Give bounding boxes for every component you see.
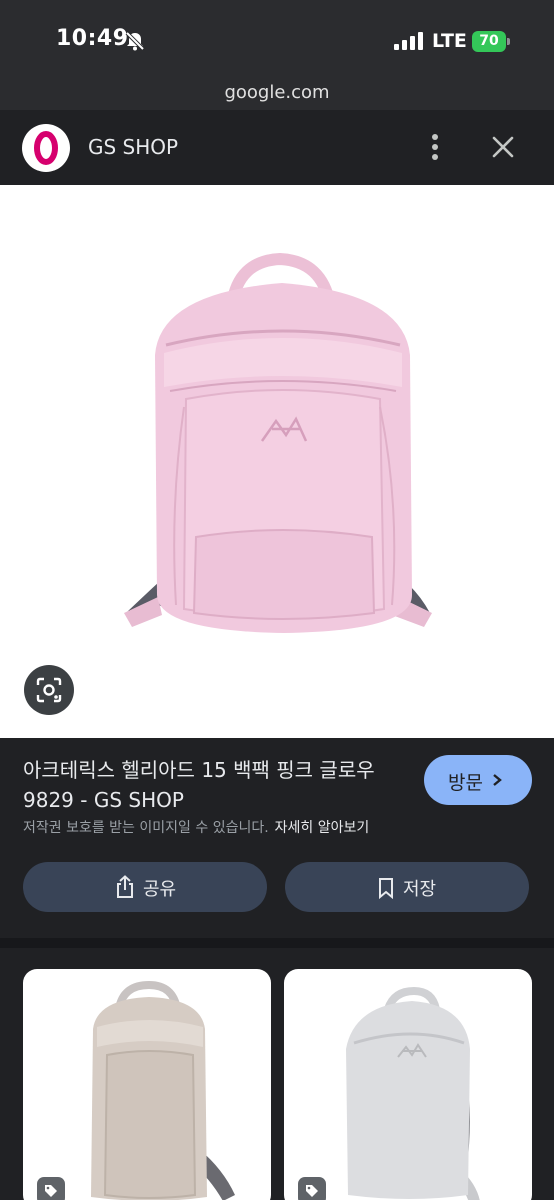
close-icon[interactable]: [488, 132, 518, 162]
save-label: 저장: [403, 879, 437, 900]
learn-more-link[interactable]: 자세히 알아보기: [275, 820, 370, 836]
url-bar[interactable]: google.com: [0, 74, 554, 110]
product-title-line1: 아크테릭스 헬리아드 15 백팩 핑크 글로우: [23, 758, 375, 782]
battery-level: 70: [479, 33, 499, 49]
status-bar: 10:49 LTE 70: [0, 0, 554, 74]
tag-icon: [37, 1177, 65, 1200]
more-vert-icon[interactable]: [422, 132, 448, 162]
gs-shop-logo-icon: [34, 131, 58, 165]
status-time: 10:49: [56, 26, 129, 51]
share-label: 공유: [143, 879, 177, 900]
chevron-right-icon: [493, 774, 502, 786]
bookmark-icon: [379, 878, 393, 899]
lens-icon: [36, 677, 62, 703]
share-button[interactable]: 공유: [23, 862, 267, 912]
visit-button-label: 방문: [448, 772, 483, 794]
tag-icon: [298, 1177, 326, 1200]
related-image-card[interactable]: [284, 969, 532, 1200]
battery-icon: 70: [472, 31, 510, 52]
bell-slash-icon: [125, 31, 145, 51]
signal-icon: [394, 32, 423, 50]
visit-button[interactable]: 방문: [424, 755, 532, 805]
network-type: LTE: [432, 30, 467, 52]
related-images: [0, 948, 554, 1200]
related-image: [91, 980, 235, 1200]
copyright-notice: 저작권 보호를 받는 이미지일 수 있습니다. 자세히 알아보기: [23, 817, 369, 837]
share-icon: [117, 875, 133, 898]
product-title-line2: 9829 - GS SHOP: [23, 788, 184, 812]
product-image-area[interactable]: [0, 185, 554, 738]
copyright-text: 저작권 보호를 받는 이미지일 수 있습니다.: [23, 820, 269, 836]
save-button[interactable]: 저장: [285, 862, 529, 912]
section-divider: [0, 938, 554, 948]
product-title[interactable]: 아크테릭스 헬리아드 15 백팩 핑크 글로우 9829 - GS SHOP: [23, 755, 403, 815]
site-logo: [22, 124, 70, 172]
site-header: GS SHOP: [0, 110, 554, 185]
url-text: google.com: [224, 82, 330, 103]
lens-button[interactable]: [24, 665, 74, 715]
related-image-card[interactable]: [23, 969, 271, 1200]
product-info-panel: 아크테릭스 헬리아드 15 백팩 핑크 글로우 9829 - GS SHOP 방…: [0, 738, 554, 938]
related-image: [346, 986, 480, 1200]
product-image: [124, 252, 432, 633]
site-name: GS SHOP: [88, 135, 179, 159]
